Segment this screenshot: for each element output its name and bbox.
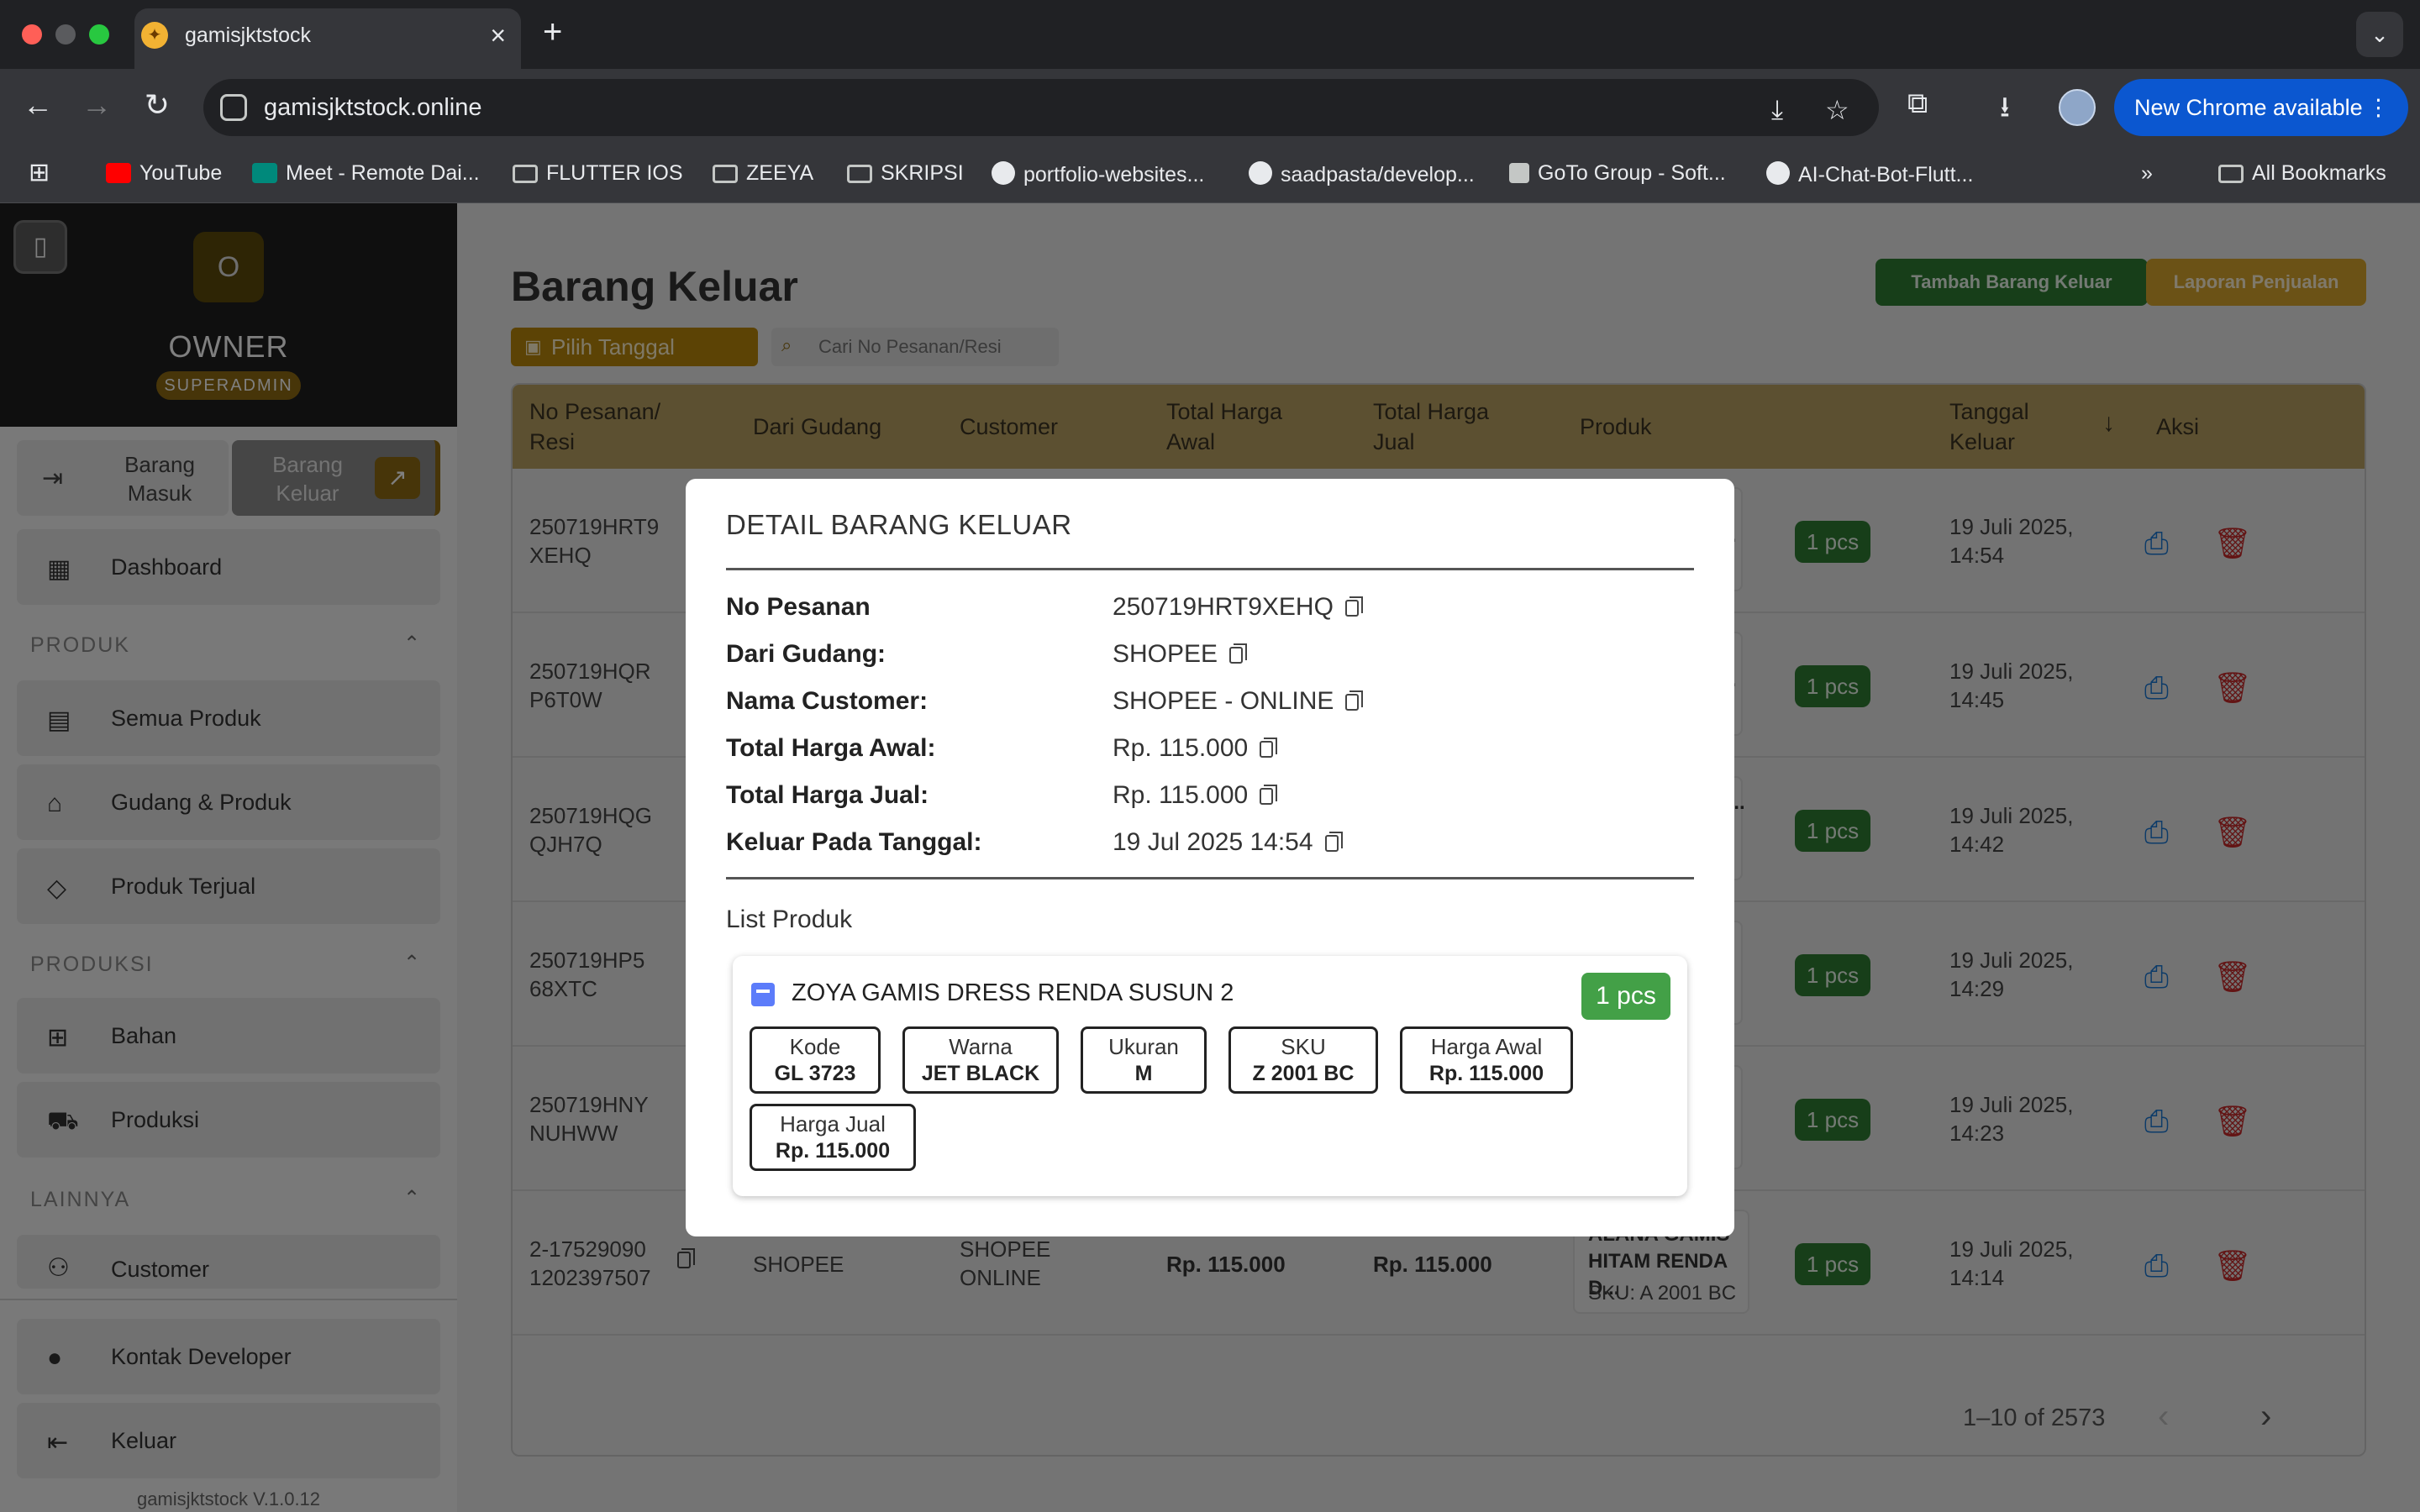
bookmark-meet[interactable]: Meet - Remote Dai... [252,161,480,186]
value-dari-gudang: SHOPEE [1113,640,1248,669]
modal-divider [726,877,1694,879]
github-icon [1249,161,1272,185]
browser-tab[interactable]: ✦ gamisjktstock × [134,8,521,69]
attr-kode: Kode GL 3723 [750,1026,881,1094]
chrome-update-button[interactable]: New Chrome available ⋮ [2114,79,2408,136]
bookmark-portfolio[interactable]: portfolio-websites... [992,161,1204,187]
minimize-window-button[interactable] [55,24,76,45]
bookmark-youtube[interactable]: YouTube [106,161,222,186]
copy-icon[interactable] [1260,738,1278,758]
browser-tab-bar: ✦ gamisjktstock × + ⌄ [0,0,2420,69]
detail-modal: DETAIL BARANG KELUAR No Pesanan 250719HR… [686,479,1734,1236]
downloads-icon[interactable]: ⭳ [2000,87,2010,135]
folder-icon [2218,165,2244,183]
attr-harga-jual: Harga Jual Rp. 115.000 [750,1104,916,1171]
tab-search-button[interactable]: ⌄ [2356,12,2403,57]
address-bar[interactable]: gamisjktstock.online ⤓ ☆ [203,79,1879,136]
forward-button[interactable]: → [76,87,118,123]
value-total-harga-awal: Rp. 115.000 [1113,734,1278,763]
attr-warna: Warna JET BLACK [902,1026,1059,1094]
profile-avatar[interactable] [2059,89,2096,126]
tab-title: gamisjktstock [185,24,312,47]
value-keluar-tanggal: 19 Jul 2025 14:54 [1113,828,1343,857]
bookmark-ai-chatbot[interactable]: AI-Chat-Bot-Flutt... [1766,161,1973,187]
meet-icon [252,163,277,183]
bookmark-folder-zeeya[interactable]: ZEEYA [713,161,813,186]
browser-toolbar: ← → ↻ gamisjktstock.online ⤓ ☆ ⧉ ⭳ New C… [0,69,2420,146]
product-detail-card: ZOYA GAMIS DRESS RENDA SUSUN 2 1 pcs Kod… [733,956,1687,1196]
label-dari-gudang: Dari Gudang: [726,640,886,668]
copy-icon[interactable] [1345,690,1364,711]
attr-harga-awal: Harga Awal Rp. 115.000 [1400,1026,1573,1094]
new-tab-button[interactable]: + [543,13,562,51]
modal-divider [726,568,1694,570]
product-qty-badge: 1 pcs [1581,973,1670,1020]
attr-ukuran: Ukuran M [1081,1026,1207,1094]
label-keluar-tanggal: Keluar Pada Tanggal: [726,828,982,856]
label-no-pesanan: No Pesanan [726,593,871,621]
copy-icon[interactable] [1344,596,1363,617]
bookmark-saadpasta[interactable]: saadpasta/develop... [1249,161,1475,187]
product-name: ZOYA GAMIS DRESS RENDA SUSUN 2 [792,979,1234,1006]
install-app-icon[interactable]: ⤓ [1771,94,1783,126]
reload-button[interactable]: ↻ [136,87,178,123]
bookmarks-bar: ⊞ YouTube Meet - Remote Dai... FLUTTER I… [0,146,2420,203]
folder-icon [847,165,872,183]
url-text[interactable]: gamisjktstock.online [264,94,482,122]
github-icon [992,161,1015,185]
zoom-window-button[interactable] [89,24,109,45]
bookmark-folder-flutter-ios[interactable]: FLUTTER IOS [513,161,683,186]
copy-icon[interactable] [1324,832,1343,852]
tab-close-icon[interactable]: × [490,20,506,51]
bookmark-star-icon[interactable]: ☆ [1825,94,1849,126]
value-nama-customer: SHOPEE - ONLINE [1113,687,1364,716]
copy-icon[interactable] [1260,785,1278,805]
back-button[interactable]: ← [17,87,59,123]
value-no-pesanan: 250719HRT9XEHQ [1113,593,1363,622]
more-menu-icon[interactable]: ⋮ [2367,79,2390,136]
all-bookmarks-folder[interactable]: All Bookmarks [2218,161,2386,186]
modal-title: DETAIL BARANG KELUAR [726,509,1072,540]
label-nama-customer: Nama Customer: [726,687,929,715]
folder-icon [513,165,538,183]
youtube-icon [106,163,131,183]
label-total-harga-awal: Total Harga Awal: [726,734,936,762]
folder-icon [713,165,738,183]
more-bookmarks-icon[interactable]: » [2141,161,2153,186]
close-window-button[interactable] [22,24,42,45]
copy-icon[interactable] [1229,643,1248,664]
update-label: New Chrome available [2134,95,2363,120]
extensions-icon[interactable]: ⧉ [1907,87,1928,120]
label-total-harga-jual: Total Harga Jual: [726,781,929,809]
site-info-icon[interactable] [220,94,247,121]
value-total-harga-jual: Rp. 115.000 [1113,781,1278,810]
attr-sku: SKU Z 2001 BC [1228,1026,1378,1094]
site-favicon-icon: ✦ [141,22,168,49]
box-icon [751,983,775,1006]
pen-icon [1509,163,1529,183]
bookmark-goto[interactable]: GoTo Group - Soft... [1509,161,1726,186]
apps-grid-icon[interactable]: ⊞ [29,158,50,187]
list-produk-title: List Produk [726,906,853,933]
bookmark-folder-skripsi[interactable]: SKRIPSI [847,161,964,186]
github-icon [1766,161,1790,185]
